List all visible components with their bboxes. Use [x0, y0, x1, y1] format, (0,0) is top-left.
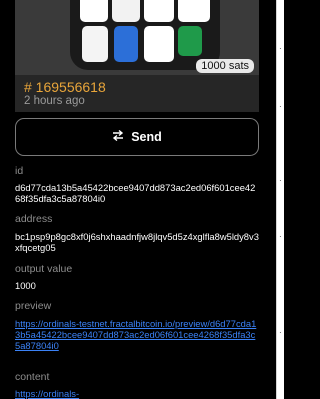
address-label: address: [15, 213, 53, 225]
cube-sticker: [80, 0, 108, 22]
send-button[interactable]: Send: [15, 118, 259, 156]
edge-glyph: ·: [279, 44, 282, 53]
cube-sticker: [144, 0, 174, 22]
id-value: d6d77cda13b5a45422bcee9407dd873ac2ed06f6…: [15, 182, 256, 204]
cube-sticker: [178, 26, 202, 56]
sats-badge: 1000 sats: [196, 59, 254, 73]
edge-glyph: ·: [279, 328, 282, 337]
preview-label: preview: [15, 300, 52, 312]
preview-link[interactable]: https://ordinals-testnet.fractalbitcoin.…: [15, 318, 260, 351]
inscription-detail-panel: 1000 sats # 169556618 2 hours ago Send i…: [0, 0, 276, 399]
cube-sticker: [178, 0, 210, 22]
background-window-edge: · · · · ·: [276, 0, 284, 399]
content-link[interactable]: https://ordinals-: [15, 388, 260, 399]
inscription-info: # 169556618 2 hours ago: [15, 75, 259, 112]
output-value-label: output value: [15, 263, 73, 275]
inscription-preview-image[interactable]: 1000 sats: [15, 0, 259, 75]
edge-glyph: ·: [279, 176, 282, 185]
cube-sticker: [114, 26, 138, 62]
id-label: id: [15, 165, 24, 177]
output-value: 1000: [15, 280, 36, 291]
edge-glyph: ·: [279, 232, 282, 241]
inscription-number: # 169556618: [24, 79, 106, 95]
cube-sticker: [144, 26, 174, 62]
edge-glyph: ·: [279, 102, 282, 111]
send-label: Send: [131, 130, 162, 144]
cube-sticker: [82, 26, 108, 62]
inscription-time: 2 hours ago: [24, 95, 85, 107]
address-value: bc1psp9p8gc8xf0j6shxhaadnfjw8jlqv5d5z4xg…: [15, 231, 259, 253]
cube-sticker: [112, 0, 140, 22]
content-label: content: [15, 371, 50, 383]
swap-arrows-icon: [112, 129, 124, 144]
